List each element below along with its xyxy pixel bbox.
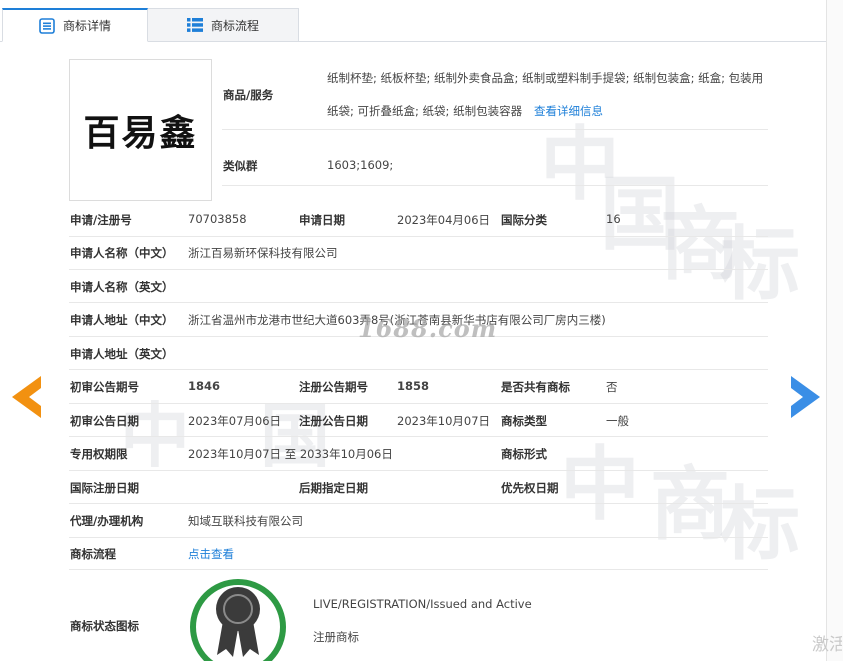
tab-trademark-process[interactable]: 商标流程	[148, 8, 299, 42]
watermark-seal: 标	[720, 218, 800, 311]
applicant-cn-label: 申请人名称（中文）	[70, 246, 174, 260]
address-en-label: 申请人地址（英文）	[70, 347, 174, 361]
priority-label: 优先权日期	[501, 481, 559, 495]
reg-no-label: 申请/注册号	[70, 213, 132, 227]
exclusive-label: 专用权期限	[70, 447, 128, 461]
shared-label: 是否共有商标	[501, 380, 570, 394]
flow-label: 商标流程	[70, 547, 116, 561]
watermark-seal: 国	[260, 395, 330, 477]
similar-group-label: 类似群	[223, 159, 258, 173]
type-label: 商标类型	[501, 414, 547, 428]
list-doc-icon	[39, 17, 55, 34]
reg-pub-no-label: 注册公告期号	[299, 380, 368, 394]
applicant-cn-value: 浙江百易新环保科技有限公司	[188, 246, 338, 260]
type-value: 一般	[606, 414, 629, 428]
activate-watermark: 激活	[812, 635, 842, 655]
tab-trademark-details[interactable]: 商标详情	[2, 8, 148, 42]
tab-label: 商标流程	[210, 18, 259, 33]
apply-date-label: 申请日期	[299, 213, 345, 227]
tab-bar: 商标详情 商标流程	[0, 0, 843, 42]
agent-label: 代理/办理机构	[70, 514, 144, 528]
goods-line-1: 纸制杯垫; 纸板杯垫; 纸制外卖食品盒; 纸制或塑料制手提袋; 纸制包装盒; 纸…	[327, 71, 764, 85]
reg-no-value: 70703858	[188, 212, 247, 226]
goods-line-2: 纸袋; 可折叠纸盒; 纸袋; 纸制包装容器	[327, 104, 523, 118]
watermark-seal: 中	[560, 438, 640, 531]
prelim-date-label: 初审公告日期	[70, 414, 139, 428]
reg-pub-date-label: 注册公告日期	[299, 414, 368, 428]
intl-reg-label: 国际注册日期	[70, 481, 139, 495]
intl-class-label: 国际分类	[501, 213, 547, 227]
status-line-1: LIVE/REGISTRATION/Issued and Active	[313, 597, 532, 611]
status-line-2: 注册商标	[313, 630, 359, 644]
later-date-label: 后期指定日期	[299, 481, 368, 495]
trademark-image: 百易鑫	[69, 59, 212, 201]
reg-pub-date-value: 2023年10月07日	[397, 414, 491, 428]
site-watermark: 1688.com	[358, 314, 498, 343]
apply-date-value: 2023年04月06日	[397, 213, 491, 227]
status-icon-label: 商标状态图标	[70, 619, 139, 633]
watermark-seal: 中	[120, 395, 190, 477]
goods-label: 商品/服务	[223, 88, 274, 102]
watermark-seal: 商	[660, 198, 740, 291]
similar-group-value: 1603;1609;	[327, 158, 394, 172]
watermark-seal: 标	[720, 478, 800, 571]
intl-class-value: 16	[606, 212, 621, 226]
prelim-date-value: 2023年07月06日	[188, 414, 282, 428]
previous-arrow-icon[interactable]	[12, 376, 42, 421]
tab-label: 商标详情	[62, 19, 111, 33]
reg-pub-no-value: 1858	[397, 379, 430, 393]
shared-value: 否	[606, 380, 618, 394]
view-details-link[interactable]: 查看详细信息	[534, 103, 603, 119]
prelim-no-label: 初审公告期号	[70, 380, 139, 394]
applicant-en-label: 申请人名称（英文）	[70, 280, 174, 294]
scroll-edge	[826, 0, 843, 661]
next-arrow-icon[interactable]	[790, 376, 820, 421]
exclusive-value: 2023年10月07日 至 2033年10月06日	[188, 447, 393, 461]
prelim-no-value: 1846	[188, 379, 221, 393]
form-label: 商标形式	[501, 447, 547, 461]
trademark-logo-text: 百易鑫	[83, 112, 198, 154]
address-cn-label: 申请人地址（中文）	[70, 313, 174, 327]
view-flow-link[interactable]: 点击查看	[188, 546, 234, 562]
watermark-seal: 国	[600, 168, 680, 261]
agent-value: 知域互联科技有限公司	[188, 514, 303, 528]
watermark-seal: 商	[650, 458, 730, 551]
list-icon	[186, 18, 203, 32]
registered-badge-icon	[188, 573, 288, 661]
